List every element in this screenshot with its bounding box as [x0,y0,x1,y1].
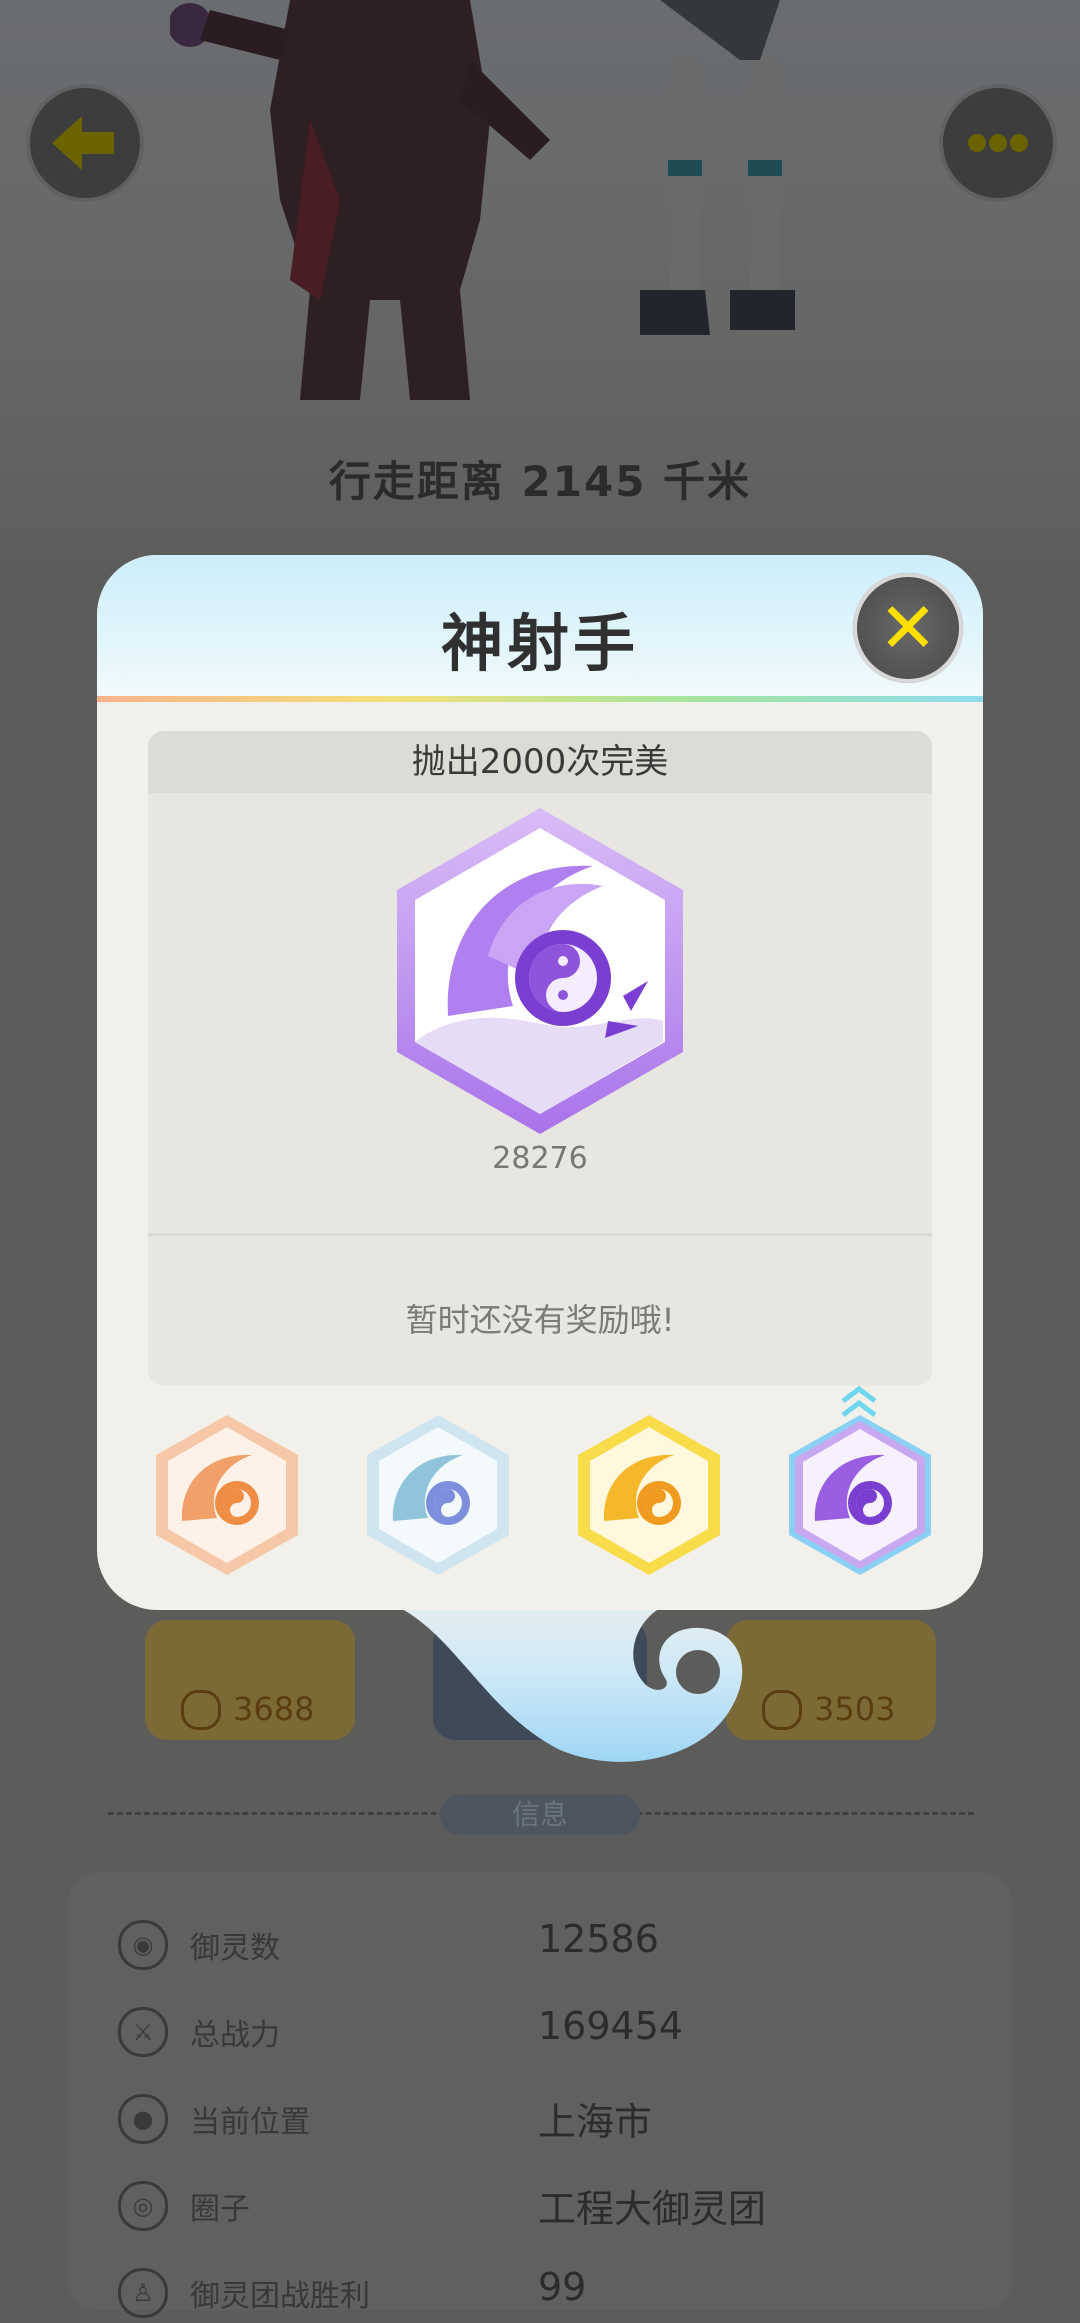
info-row: ◎ 圈子 工程大御灵团 [118,2176,978,2236]
walk-distance: 行走距离 2145 千米 [328,457,752,506]
info-row: ◉ 御灵数 12586 [118,1915,978,1975]
info-label: 当前位置 [190,2105,310,2140]
sword-icon: ⚔ [118,2007,168,2057]
gold-tier-badge-icon[interactable] [574,1413,724,1577]
reward-status-text: 暂时还没有奖励哦! [405,1301,675,1339]
info-value: 上海市 [538,2100,653,2144]
location-pin-icon: ● [118,2094,168,2144]
info-label: 御灵团战胜利 [190,2279,370,2314]
more-button[interactable] [943,88,1053,198]
current-tier-chevron-icon [841,1385,877,1417]
profile-hero: 行走距离 2145 千米 [0,0,1080,560]
spirit-icon: ◉ [118,1920,168,1970]
purple-tier-badge-icon[interactable] [785,1413,935,1577]
reward-divider [148,1233,932,1236]
badge-detail-box: 抛出2000次完美 28276 暂时还没有奖励哦! [148,731,932,1386]
info-label: 圈子 [190,2192,250,2227]
figure-icon: ♙ [118,2268,168,2318]
info-value: 99 [538,2265,587,2309]
back-button[interactable] [30,88,140,198]
stat-card-left[interactable]: 3688 [145,1620,355,1740]
rainbow-divider [97,696,983,702]
stat-card-right-value: 3503 [814,1690,896,1728]
sword-icon [762,1690,802,1730]
modal-header: 神射手 ✕ [97,555,983,702]
info-label: 总战力 [190,2018,280,2053]
purple-achievement-badge-icon [397,808,683,1134]
bronze-tier-badge-icon[interactable] [152,1413,302,1577]
info-row: ● 当前位置 上海市 [118,2089,978,2149]
close-button[interactable]: ✕ [853,573,963,683]
silver-tier-badge-icon[interactable] [363,1413,513,1577]
section-label: 信息 [440,1795,640,1835]
more-dots-icon [968,134,1028,152]
modal-title: 神射手 [440,607,639,680]
info-label: 御灵数 [190,1931,280,1966]
info-value: 工程大御灵团 [538,2187,767,2231]
info-value: 12586 [538,1917,659,1961]
info-value: 169454 [538,2004,684,2048]
character-left-figure [170,0,550,400]
sword-icon [181,1690,221,1730]
close-icon: ✕ [878,587,938,669]
info-panel: ◉ 御灵数 12586 ⚔ 总战力 169454 ● 当前位置 上海市 ◎ 圈子… [68,1873,1012,2318]
arrow-left-icon [52,116,114,170]
character-right-figure [640,0,795,335]
achievement-condition: 抛出2000次完美 [148,731,932,793]
achievement-modal: 神射手 ✕ 抛出2000次完美 28276 暂时还没有奖励哦! [97,555,983,1610]
info-row: ♙ 御灵团战胜利 99 [118,2263,978,2323]
stat-card-left-value: 3688 [233,1690,315,1728]
target-circle-icon: ◎ [118,2181,168,2231]
achievement-count: 28276 [492,1141,588,1176]
info-row: ⚔ 总战力 169454 [118,2002,978,2062]
